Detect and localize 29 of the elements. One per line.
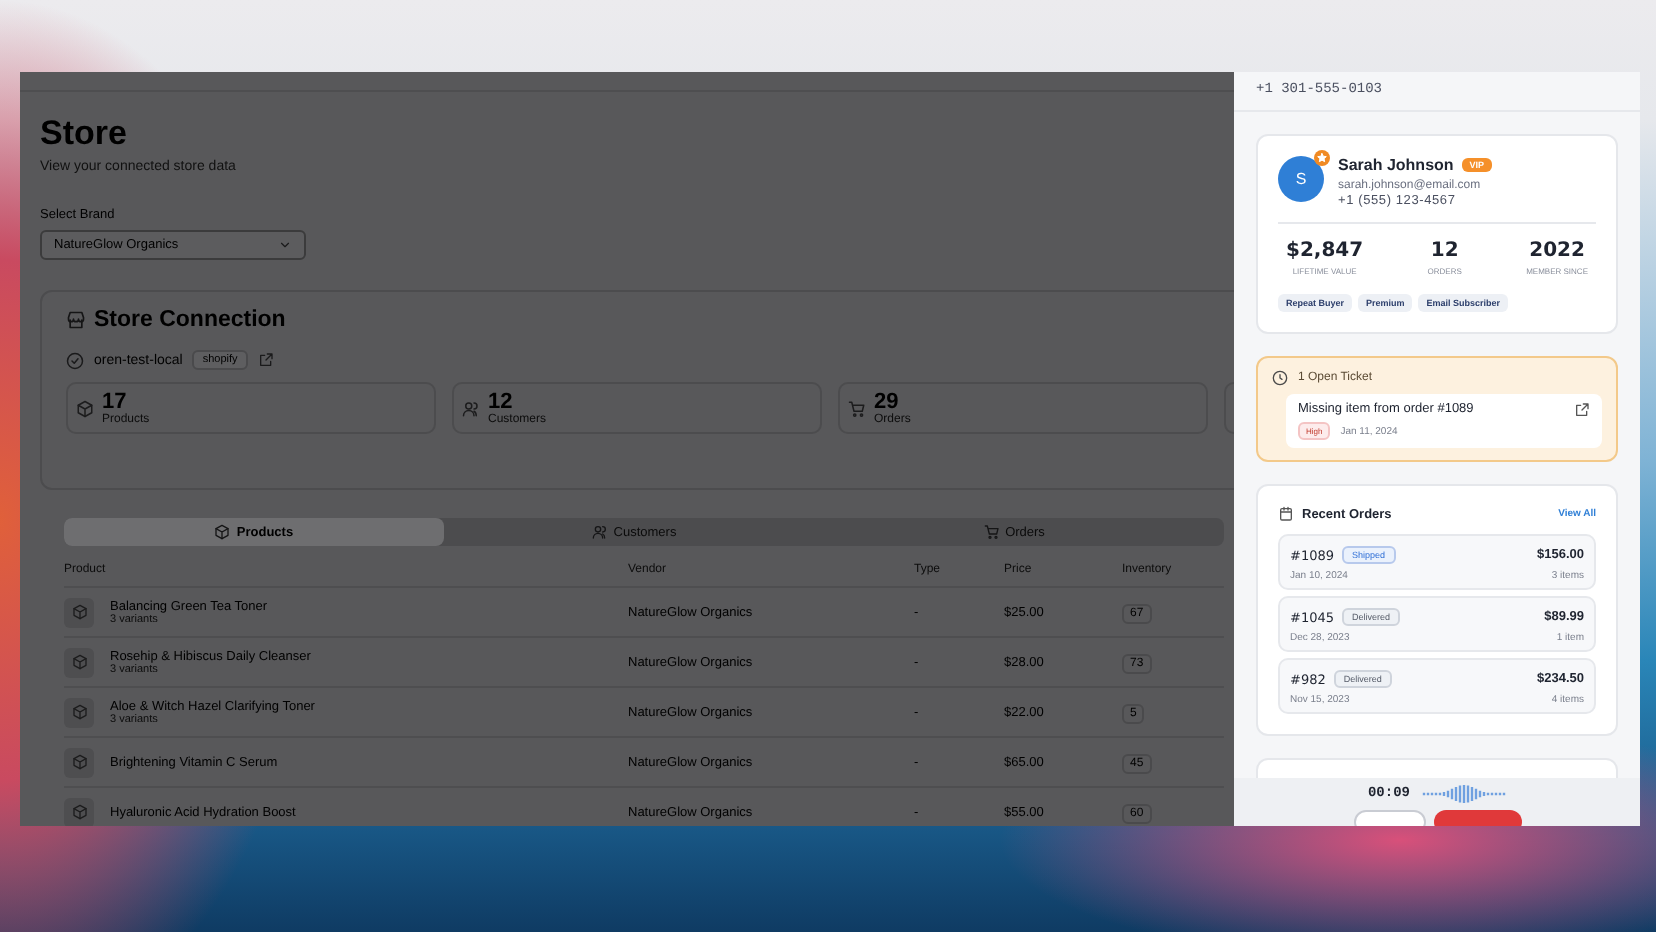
waveform-drawing <box>1422 784 1506 804</box>
cart-icon <box>983 524 1000 540</box>
external-link-icon[interactable] <box>257 352 274 368</box>
stat-value: 2022 <box>1527 240 1587 262</box>
cart-icon <box>848 399 866 417</box>
avatar: S <box>1278 156 1324 202</box>
box-icon <box>71 754 87 770</box>
stat-value: 29 <box>874 391 901 413</box>
calendar-icon <box>1278 506 1294 522</box>
stat-value: $2,847 <box>1286 240 1364 262</box>
clock-icon <box>1272 370 1288 386</box>
people-icon <box>591 524 608 540</box>
page-title: Store <box>40 114 127 154</box>
box-icon <box>71 704 87 720</box>
box-icon <box>71 804 87 820</box>
customer-name: Sarah Johnson <box>1338 156 1454 174</box>
box-icon <box>71 654 87 670</box>
stat-value: 12 <box>1428 240 1461 262</box>
store-icon <box>66 310 86 330</box>
external-link-icon <box>1574 402 1590 418</box>
box-icon <box>76 399 94 417</box>
stat-value: 17 <box>102 391 129 413</box>
box-icon <box>214 524 231 540</box>
card-title: Store Connection <box>94 308 286 332</box>
stat-value: 12 <box>488 391 515 413</box>
people-icon <box>462 399 480 417</box>
check-circle-icon <box>66 351 84 369</box>
chevron-down-icon <box>278 238 292 252</box>
box-icon <box>71 604 87 620</box>
